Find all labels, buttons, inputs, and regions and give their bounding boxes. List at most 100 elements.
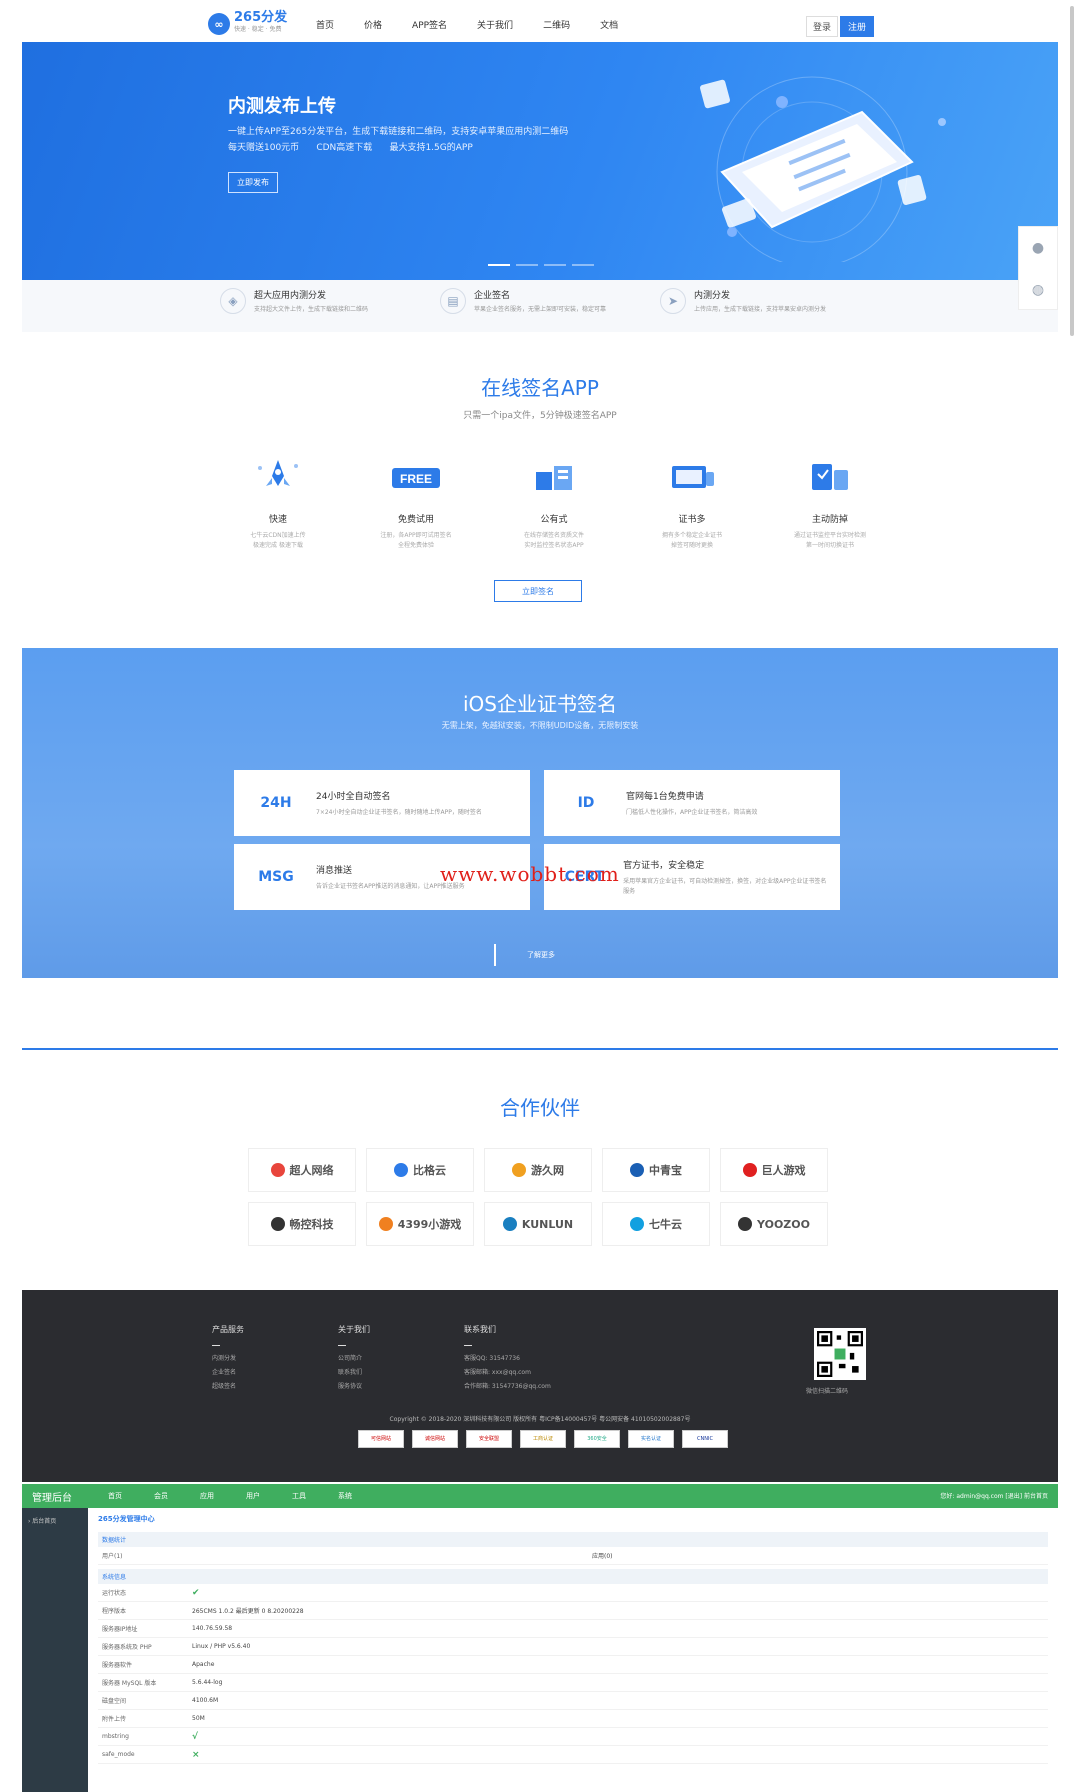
trust-badge[interactable]: 可信网站 <box>358 1430 404 1448</box>
table-row: 运行状态 ✔ <box>98 1584 1048 1602</box>
partner-mark-icon <box>512 1163 526 1177</box>
feature-item[interactable]: ➤ 内测分发 上传应用，生成下载链接，支持苹果安卓内测分发 <box>660 288 860 332</box>
partner-logo[interactable]: 七牛云 <box>602 1202 710 1246</box>
admin-menu: 首页 会员 应用 用户 工具 系统 <box>108 1491 352 1501</box>
ios-subtitle: 无需上架，免越狱安装，不限制UDID设备，无限制安装 <box>441 721 639 730</box>
trust-badge[interactable]: 诚信网站 <box>412 1430 458 1448</box>
partner-logo[interactable]: 比格云 <box>366 1148 474 1192</box>
top-nav: ∞ 265分发 快速 · 稳定 · 免费 首页 价格 APP签名 关于我们 二维… <box>0 0 1080 44</box>
sign-now-button[interactable]: 立即签名 <box>494 580 582 602</box>
learn-more-button[interactable]: 了解更多 <box>494 944 586 966</box>
qr-caption: 微信扫描二维码 <box>806 1388 849 1395</box>
scrollbar[interactable] <box>1070 6 1074 336</box>
nav-link-docs[interactable]: 文档 <box>600 18 618 31</box>
admin-menu-tools[interactable]: 工具 <box>292 1491 306 1501</box>
trust-badge[interactable]: 实名认证 <box>628 1430 674 1448</box>
storage-icon <box>536 466 572 490</box>
message-icon: MSG <box>258 869 294 885</box>
footer-link[interactable]: 公司简介 <box>338 1352 370 1366</box>
trust-badge[interactable]: 安全联盟 <box>466 1430 512 1448</box>
certificate-icon <box>672 466 714 488</box>
trust-badge[interactable]: 工商认证 <box>520 1430 566 1448</box>
wechat-icon[interactable]: ◍ <box>1019 269 1057 311</box>
online-sign-subtitle: 只需一个ipa文件，5分钟极速签名APP <box>463 411 617 421</box>
sidebar-item-dashboard[interactable]: › 后台首页 <box>22 1508 88 1533</box>
nav-link-qrcode[interactable]: 二维码 <box>543 18 570 31</box>
rocket-icon <box>258 460 298 486</box>
footer-link[interactable]: 联系我们 <box>338 1366 370 1380</box>
partner-mark-icon <box>270 1217 285 1231</box>
sign-feature-title: 快速 <box>268 515 287 525</box>
sign-feature-desc: 注册，各APP即可试用签名 全程免费体验 <box>356 531 476 551</box>
shield-icon <box>812 464 848 490</box>
sign-feature-free: FREE 免费试用 注册，各APP即可试用签名 全程免费体验 <box>356 456 476 551</box>
partner-logo[interactable]: 畅控科技 <box>248 1202 356 1246</box>
partner-logo[interactable]: 超人网络 <box>248 1148 356 1192</box>
footer-col-contact: 联系我们 客服QQ: 31547736 客服邮箱: xxx@qq.com 合作邮… <box>464 1324 551 1394</box>
desc-line: 通过证书监控平台实时检测 <box>793 532 866 539</box>
feature-title: 超大应用内测分发 <box>254 291 327 301</box>
partner-mark-icon <box>394 1163 408 1177</box>
carousel-dot[interactable] <box>516 264 538 266</box>
sign-feature-title: 公有式 <box>540 515 568 525</box>
register-button[interactable]: 注册 <box>840 16 875 37</box>
partners-grid: 超人网络 比格云 游久网 中青宝 巨人游戏 畅控科技 4399小游戏 KUNLU… <box>248 1148 828 1246</box>
table-row: 服务器软件 Apache <box>98 1656 1048 1674</box>
admin-menu-users[interactable]: 用户 <box>246 1491 260 1501</box>
sign-feature-desc: 拥有多个稳定企业证书 掉签可随时更换 <box>632 531 752 551</box>
nav-link-about[interactable]: 关于我们 <box>477 18 513 31</box>
row-value: × <box>192 1749 200 1760</box>
carousel-dot[interactable] <box>572 264 594 266</box>
sign-feature-fast: 快速 七牛云CDN加速上传 极速完成 极速下载 <box>218 456 338 551</box>
admin-sidebar: › 后台首页 <box>22 1508 88 1792</box>
footer-link[interactable]: 服务协议 <box>338 1380 370 1394</box>
nav-link-price[interactable]: 价格 <box>364 18 382 31</box>
ios-card[interactable]: 24H 24小时全自动签名 7×24小时全自动企业证书签名，随时随地上传APP，随… <box>234 770 530 836</box>
partner-logo[interactable]: 游久网 <box>484 1148 592 1192</box>
sign-feature-desc: 在线存储签名资质文件 实时监控签名状态APP <box>494 531 614 551</box>
partner-logo[interactable]: 4399小游戏 <box>366 1202 474 1246</box>
row-key: 附件上传 <box>102 1716 127 1723</box>
row-key: 程序版本 <box>102 1608 127 1615</box>
admin-user-info[interactable]: 您好: admin@qq.com [退出] 前台首页 <box>940 1491 1048 1500</box>
partner-mark-icon <box>502 1217 517 1231</box>
carousel-dot[interactable] <box>544 264 566 266</box>
desc-line: 七牛云CDN加速上传 <box>250 532 306 539</box>
footer-link[interactable]: 内测分发 <box>212 1352 244 1366</box>
partner-logo[interactable]: 巨人游戏 <box>720 1148 828 1192</box>
partner-name: KUNLUN <box>521 1217 574 1231</box>
ios-card[interactable]: ID 官网每1台免费申请 门槛低人性化操作，APP企业证书签名，简洁高效 <box>544 770 840 836</box>
row-key: 服务器系统及 PHP <box>102 1644 152 1651</box>
trust-badge[interactable]: 360安全 <box>574 1430 620 1448</box>
admin-menu-members[interactable]: 会员 <box>154 1491 168 1501</box>
online-sign-title: 在线签名APP <box>481 376 599 400</box>
ios-title: iOS企业证书签名 <box>463 692 617 716</box>
partner-name: 超人网络 <box>289 1164 334 1177</box>
nav-link-app-sign[interactable]: APP签名 <box>412 18 447 31</box>
footer-link[interactable]: 企业签名 <box>212 1366 244 1380</box>
partner-logo[interactable]: 中青宝 <box>602 1148 710 1192</box>
admin-section-system: 系统信息 <box>98 1569 1048 1584</box>
trust-badge[interactable]: CNNIC <box>682 1430 728 1448</box>
feature-item[interactable]: ▤ 企业签名 苹果企业签名服务，无需上架即可安装，稳定可靠 <box>440 288 640 332</box>
partner-logo[interactable]: KUNLUN <box>484 1202 592 1246</box>
footer-link[interactable]: 超级签名 <box>212 1380 244 1394</box>
publish-now-button[interactable]: 立即发布 <box>228 172 278 193</box>
admin-menu-home[interactable]: 首页 <box>108 1491 122 1501</box>
feature-item[interactable]: ◈ 超大应用内测分发 支持超大文件上传，生成下载链接和二维码 <box>220 288 420 332</box>
hero-banner: 内测发布上传 一键上传APP至265分发平台，生成下载链接和二维码，支持安卓苹果… <box>22 42 1058 280</box>
partner-mark-icon <box>270 1163 285 1177</box>
nav-link-home[interactable]: 首页 <box>316 18 334 31</box>
admin-menu-apps[interactable]: 应用 <box>200 1491 214 1501</box>
login-button[interactable]: 登录 <box>806 16 839 37</box>
id-icon: ID <box>577 795 595 811</box>
admin-menu-system[interactable]: 系统 <box>338 1491 352 1501</box>
ios-card-desc: 采用苹果官方企业证书，可自动检测掉签，换签，对企业级APP企业证书签名服务 <box>623 877 827 895</box>
row-value: 265CMS 1.0.2 最后更新 0 8.20200228 <box>192 1608 304 1615</box>
qq-icon[interactable]: ● <box>1019 227 1057 269</box>
partner-logo[interactable]: YOOZOO <box>720 1202 828 1246</box>
logo[interactable]: ∞ 265分发 快速 · 稳定 · 免费 <box>208 11 287 36</box>
admin-brand: 管理后台 <box>32 1492 72 1504</box>
footer-col-divider <box>338 1345 346 1346</box>
carousel-dot[interactable] <box>488 264 510 266</box>
